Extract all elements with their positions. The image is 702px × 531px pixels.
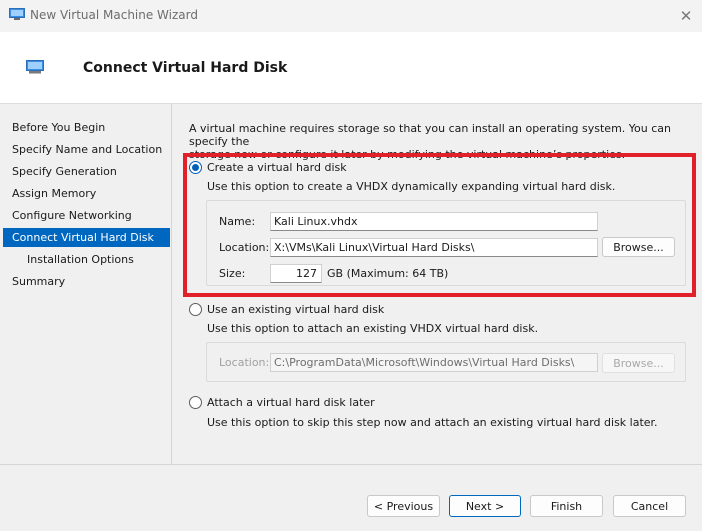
nav-item-specify-generation[interactable]: Specify Generation: [3, 162, 170, 181]
existing-disk-label[interactable]: Use an existing virtual hard disk: [207, 303, 384, 316]
existing-browse-button[interactable]: Browse...: [602, 353, 675, 373]
location-label: Location:: [219, 241, 270, 254]
create-disk-label[interactable]: Create a virtual hard disk: [207, 161, 347, 174]
nav-item-installation-options[interactable]: Installation Options: [3, 250, 170, 269]
location-input[interactable]: X:\VMs\Kali Linux\Virtual Hard Disks\: [270, 238, 598, 257]
create-disk-group: Name: Kali Linux.vhdx Location: X:\VMs\K…: [206, 200, 686, 286]
existing-location-label: Location:: [219, 356, 270, 369]
nav-item-assign-memory[interactable]: Assign Memory: [3, 184, 170, 203]
virtual-disk-icon: [26, 60, 44, 74]
nav-item-summary[interactable]: Summary: [3, 272, 170, 291]
attach-later-label[interactable]: Attach a virtual hard disk later: [207, 396, 375, 409]
close-icon: ✕: [679, 7, 693, 25]
size-label: Size:: [219, 267, 246, 280]
existing-disk-radio[interactable]: [189, 303, 202, 316]
hyper-v-app-icon: [9, 8, 25, 20]
existing-disk-group: Location: C:\ProgramData\Microsoft\Windo…: [206, 342, 686, 382]
size-unit-label: GB (Maximum: 64 TB): [327, 267, 449, 280]
title-bar: New Virtual Machine Wizard ✕: [0, 0, 702, 32]
page-title: Connect Virtual Hard Disk: [83, 60, 288, 76]
close-button[interactable]: ✕: [672, 4, 700, 28]
nav-item-configure-networking[interactable]: Configure Networking: [3, 206, 170, 225]
window-title: New Virtual Machine Wizard: [30, 8, 198, 22]
intro-line-2: storage now or configure it later by mod…: [189, 148, 626, 161]
wizard-nav: Before You Begin Specify Name and Locati…: [0, 104, 172, 464]
attach-later-description: Use this option to skip this step now an…: [207, 416, 658, 429]
nav-item-specify-name-location[interactable]: Specify Name and Location: [3, 140, 170, 159]
name-input[interactable]: Kali Linux.vhdx: [270, 212, 598, 231]
create-disk-description: Use this option to create a VHDX dynamic…: [207, 180, 616, 193]
browse-button[interactable]: Browse...: [602, 237, 675, 257]
nav-item-connect-virtual-hard-disk[interactable]: Connect Virtual Hard Disk: [3, 228, 170, 247]
size-input[interactable]: 127: [270, 264, 322, 283]
existing-disk-description: Use this option to attach an existing VH…: [207, 322, 539, 335]
existing-location-input[interactable]: C:\ProgramData\Microsoft\Windows\Virtual…: [270, 353, 598, 372]
wizard-header: Connect Virtual Hard Disk: [0, 32, 702, 104]
previous-button[interactable]: < Previous: [367, 495, 440, 517]
nav-item-before-you-begin[interactable]: Before You Begin: [3, 118, 170, 137]
cancel-button[interactable]: Cancel: [613, 495, 686, 517]
next-button[interactable]: Next >: [449, 495, 521, 517]
finish-button[interactable]: Finish: [530, 495, 603, 517]
wizard-content: A virtual machine requires storage so th…: [173, 104, 702, 464]
intro-line-1: A virtual machine requires storage so th…: [189, 122, 672, 148]
name-label: Name:: [219, 215, 256, 228]
create-disk-radio[interactable]: [189, 161, 202, 174]
attach-later-radio[interactable]: [189, 396, 202, 409]
intro-text: A virtual machine requires storage so th…: [189, 122, 689, 161]
wizard-footer: < Previous Next > Finish Cancel: [0, 464, 702, 531]
